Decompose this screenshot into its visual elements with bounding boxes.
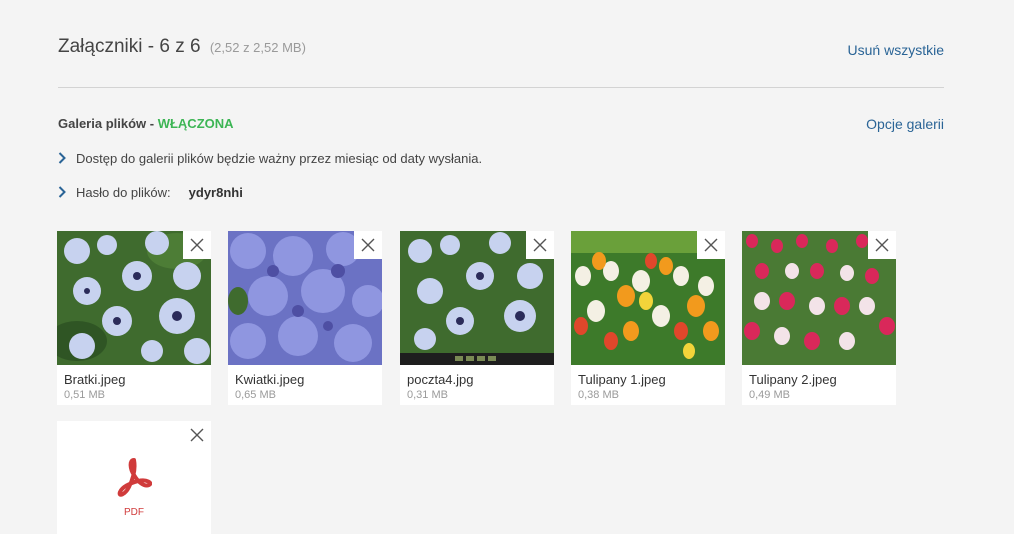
gallery-status-row: Galeria plików - WŁĄCZONA Opcje galerii	[58, 116, 944, 136]
attachments-header: Załączniki - 6 z 6 (2,52 z 2,52 MB) Usuń…	[58, 36, 944, 66]
password-label: Hasło do plików:	[76, 185, 171, 200]
access-info-row: Dostęp do galerii plików będzie ważny pr…	[58, 151, 482, 166]
file-name: poczta4.jpg	[407, 372, 474, 387]
password-value: ydyr8nhi	[188, 185, 243, 200]
attachment-tile[interactable]: Bratki.jpeg 0,51 MB	[57, 231, 211, 405]
close-icon	[361, 238, 375, 252]
remove-attachment-button[interactable]	[183, 231, 211, 259]
file-size: 0,51 MB	[64, 389, 105, 401]
remove-attachment-button[interactable]	[354, 231, 382, 259]
file-size: 0,38 MB	[578, 389, 619, 401]
attachments-title: Załączniki - 6 z 6 (2,52 z 2,52 MB)	[58, 36, 306, 58]
divider	[58, 87, 944, 88]
access-info-text: Dostęp do galerii plików będzie ważny pr…	[76, 151, 483, 166]
file-name: Bratki.jpeg	[64, 372, 126, 387]
file-size: 0,49 MB	[749, 389, 790, 401]
attachment-tile-pdf[interactable]: PDF	[57, 421, 211, 534]
file-name: Tulipany 1.jpeg	[578, 372, 666, 387]
remove-attachment-button[interactable]	[868, 231, 896, 259]
remove-attachment-button[interactable]	[526, 231, 554, 259]
gallery-status-badge: WŁĄCZONA	[157, 116, 234, 131]
close-icon	[533, 238, 547, 252]
attachments-size: (2,52 z 2,52 MB)	[209, 40, 306, 55]
attachment-tile[interactable]: Tulipany 2.jpeg 0,49 MB	[742, 231, 896, 405]
file-name: Kwiatki.jpeg	[235, 372, 305, 387]
file-size: 0,65 MB	[235, 389, 276, 401]
gallery-label: Galeria plików -	[58, 116, 158, 131]
attachments-count: Załączniki - 6 z 6	[58, 36, 201, 57]
attachment-tile[interactable]: poczta4.jpg 0,31 MB	[400, 231, 554, 405]
remove-all-link[interactable]: Usuń wszystkie	[848, 42, 944, 58]
attachment-tile[interactable]: Tulipany 1.jpeg 0,38 MB	[571, 231, 725, 405]
pdf-label: PDF	[124, 507, 144, 518]
close-icon	[190, 238, 204, 252]
close-icon	[875, 238, 889, 252]
password-row: Hasło do plików: ydyr8nhi	[58, 185, 243, 200]
attachment-tile[interactable]: Kwiatki.jpeg 0,65 MB	[228, 231, 382, 405]
pdf-icon	[116, 457, 153, 502]
chevron-right-icon	[58, 151, 70, 166]
remove-attachment-button[interactable]	[697, 231, 725, 259]
close-icon	[704, 238, 718, 252]
gallery-options-link[interactable]: Opcje galerii	[866, 116, 944, 132]
file-size: 0,31 MB	[407, 389, 448, 401]
chevron-right-icon	[58, 185, 70, 200]
file-name: Tulipany 2.jpeg	[749, 372, 837, 387]
close-icon	[190, 428, 204, 442]
remove-attachment-button[interactable]	[183, 421, 211, 449]
